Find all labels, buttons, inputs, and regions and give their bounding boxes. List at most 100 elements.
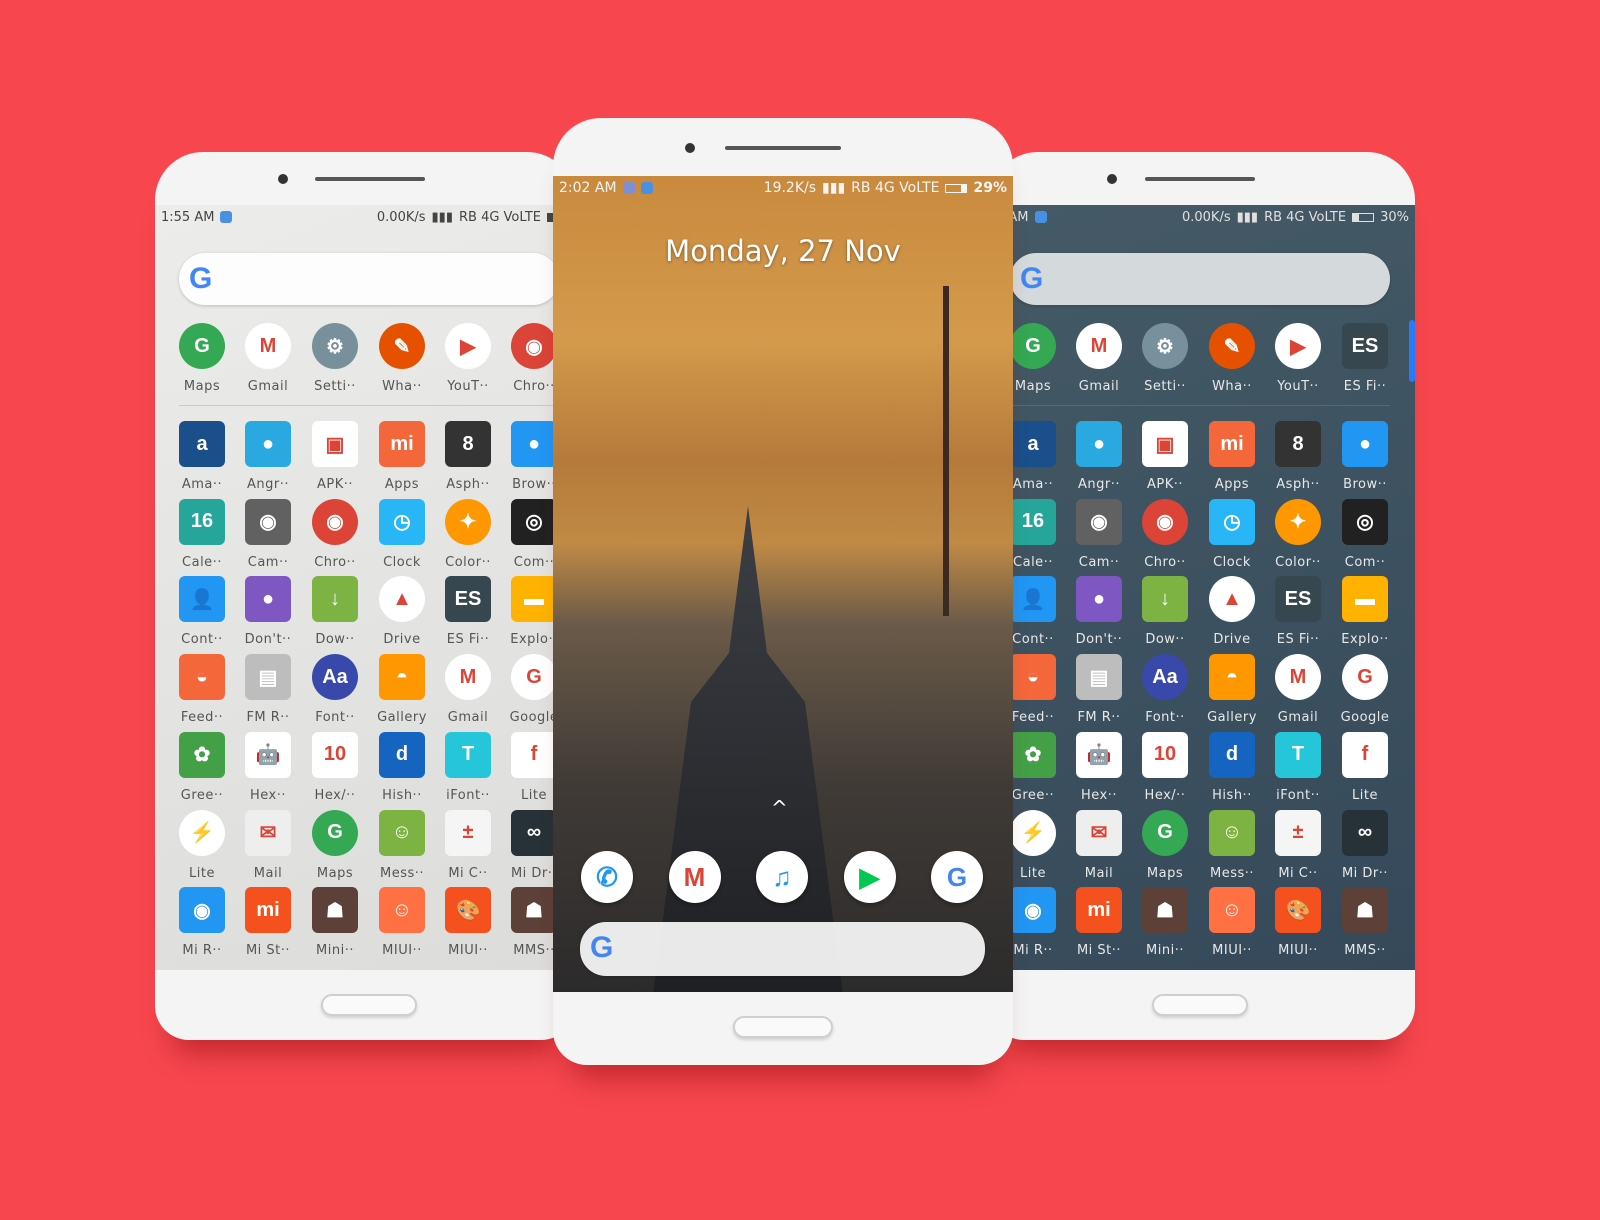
app-icon-hex[interactable]: 10 Hex/··: [1135, 731, 1195, 803]
home-button[interactable]: [733, 1016, 833, 1038]
app-icon-yout[interactable]: ▶ YouT··: [438, 323, 498, 394]
app-icon-gallery[interactable]: ◓ Gallery: [372, 654, 432, 725]
app-icon-color[interactable]: ✦ Color··: [1268, 498, 1328, 570]
app-icon-asph[interactable]: 8 Asph··: [438, 421, 498, 492]
font-icon: Aa: [312, 654, 358, 701]
home-button[interactable]: [321, 994, 417, 1016]
signal-icon: ▮▮▮: [822, 180, 846, 196]
app-icon-feed[interactable]: ◒ Feed··: [172, 654, 232, 725]
app-icon-esfi[interactable]: ES ES Fi··: [1268, 576, 1328, 647]
app-drawer-chevron-icon[interactable]: ^: [771, 796, 788, 820]
app-icon-hex[interactable]: 🤖 Hex··: [1069, 731, 1129, 803]
app-icon-esfi[interactable]: ES ES Fi··: [438, 576, 498, 647]
app-icon-explo[interactable]: ▬ Explo··: [1335, 576, 1395, 647]
app-icon-mist[interactable]: mi Mi St··: [1069, 887, 1129, 958]
app-icon-ifont[interactable]: TiFont··: [1268, 731, 1328, 803]
google-search-bar[interactable]: G: [580, 922, 985, 976]
app-icon-hish[interactable]: d Hish··: [372, 731, 432, 803]
app-icon-mini[interactable]: ☗ Mini··: [1135, 887, 1195, 958]
app-icon-angr[interactable]: ● Angr··: [1069, 421, 1129, 492]
app-icon-apk[interactable]: ▣ APK··: [305, 421, 365, 492]
app-icon-brow[interactable]: ● Brow··: [1335, 421, 1395, 492]
play-store-icon[interactable]: ▶: [843, 851, 896, 903]
app-icon-apk[interactable]: ▣ APK··: [1135, 421, 1195, 492]
app-label: Brow··: [1343, 477, 1387, 492]
app-icon-gallery[interactable]: ◓ Gallery: [1202, 654, 1262, 725]
app-icon-hex[interactable]: 10 Hex/··: [305, 731, 365, 803]
scrollbar[interactable]: [1409, 320, 1415, 382]
app-icon-google[interactable]: G Google: [1335, 654, 1395, 725]
app-icon-miui[interactable]: 🎨 MIUI··: [1268, 887, 1328, 958]
app-icon-midr[interactable]: ∞ Mi Dr··: [1335, 809, 1395, 881]
app-icon-apps[interactable]: mi Apps: [372, 421, 432, 492]
app-icon-com[interactable]: ◎ Com··: [1335, 498, 1395, 570]
app-icon-gmail[interactable]: M Gmail: [238, 323, 298, 394]
app-icon-esfi[interactable]: ES ES Fi··: [1335, 323, 1395, 394]
app-icon-hex[interactable]: 🤖 Hex··: [238, 731, 298, 803]
app-icon-miui[interactable]: ☺ MIUI··: [372, 887, 432, 958]
app-icon-mic[interactable]: ± Mi C··: [438, 809, 498, 881]
app-icon-mist[interactable]: mi Mi St··: [238, 887, 298, 958]
app-icon-dow[interactable]: ↓ Dow··: [1135, 576, 1195, 647]
app-icon-dow[interactable]: ↓ Dow··: [305, 576, 365, 647]
app-icon-mail[interactable]: ✉ Mail: [1069, 809, 1129, 881]
app-icon-setti[interactable]: ⚙ Setti··: [305, 323, 365, 394]
app-icon-chro[interactable]: ◉ Chro··: [305, 498, 365, 570]
app-icon-color[interactable]: ✦ Color··: [438, 498, 498, 570]
app-icon-drive[interactable]: ▲ Drive: [1202, 576, 1262, 647]
app-icon-mms[interactable]: ☗ MMS··: [1335, 887, 1395, 958]
app-icon-mini[interactable]: ☗ Mini··: [305, 887, 365, 958]
app-icon-gmail[interactable]: M Gmail: [438, 654, 498, 725]
app-icon-wha[interactable]: ✎ Wha··: [372, 323, 432, 394]
app-icon-cam[interactable]: ◉ Cam··: [238, 498, 298, 570]
app-icon-fmr[interactable]: ▤ FM R··: [1069, 654, 1129, 725]
app-icon-gmail[interactable]: M Gmail: [1268, 654, 1328, 725]
app-icon-miui[interactable]: 🎨 MIUI··: [438, 887, 498, 958]
phone-icon[interactable]: ✆: [581, 851, 633, 903]
app-icon-fmr[interactable]: ▤ FM R··: [238, 654, 298, 725]
app-icon-dont[interactable]: ● Don't··: [1069, 576, 1129, 647]
app-icon-miui[interactable]: ☺ MIUI··: [1202, 887, 1262, 958]
app-label: Color··: [445, 554, 491, 570]
app-icon-ifont[interactable]: TiFont··: [438, 731, 498, 803]
home-button[interactable]: [1152, 994, 1248, 1016]
app-icon-gree[interactable]: ✿ Gree··: [172, 731, 232, 803]
app-icon-cam[interactable]: ◉ Cam··: [1069, 498, 1129, 570]
google-icon[interactable]: G: [931, 851, 983, 903]
google-search-bar[interactable]: G: [179, 253, 559, 305]
app-label: Clock: [1213, 554, 1251, 570]
app-icon-lite[interactable]: ⚡ Lite: [172, 809, 232, 881]
app-icon-mail[interactable]: ✉ Mail: [238, 809, 298, 881]
app-icon-angr[interactable]: ● Angr··: [238, 421, 298, 492]
app-icon-clock[interactable]: ◷ Clock: [372, 498, 432, 570]
app-icon-cont[interactable]: 👤 Cont··: [172, 576, 232, 647]
music-icon[interactable]: ♫: [756, 851, 808, 903]
app-icon-ama[interactable]: a Ama··: [172, 421, 232, 492]
app-icon-mir[interactable]: ◉ Mi R··: [172, 887, 232, 958]
app-icon-wha[interactable]: ✎ Wha··: [1202, 323, 1262, 394]
app-icon-lite[interactable]: f Lite: [1335, 731, 1395, 803]
app-icon-chro[interactable]: ◉ Chro··: [1135, 498, 1195, 570]
app-icon-maps[interactable]: G Maps: [1135, 809, 1195, 881]
app-icon-mess[interactable]: ☺ Mess··: [372, 809, 432, 881]
app-icon-mic[interactable]: ± Mi C··: [1268, 809, 1328, 881]
app-icon-dont[interactable]: ● Don't··: [238, 576, 298, 647]
app-icon-font[interactable]: Aa Font··: [1135, 654, 1195, 725]
app-icon-apps[interactable]: mi Apps: [1202, 421, 1262, 492]
app-icon-drive[interactable]: ▲ Drive: [372, 576, 432, 647]
app-icon-font[interactable]: Aa Font··: [305, 654, 365, 725]
app-icon-yout[interactable]: ▶ YouT··: [1268, 323, 1328, 394]
app-icon-mess[interactable]: ☺ Mess··: [1202, 809, 1262, 881]
mic-icon: ±: [445, 809, 491, 856]
date-widget[interactable]: Monday, 27 Nov: [553, 234, 1013, 268]
google-search-bar[interactable]: G: [1010, 253, 1390, 305]
app-icon-maps[interactable]: G Maps: [305, 809, 365, 881]
gmail-icon[interactable]: M: [668, 851, 721, 903]
app-icon-gmail[interactable]: M Gmail: [1069, 323, 1129, 394]
app-icon-maps[interactable]: G Maps: [172, 323, 232, 394]
app-icon-setti[interactable]: ⚙ Setti··: [1135, 323, 1195, 394]
app-icon-clock[interactable]: ◷ Clock: [1202, 498, 1262, 570]
app-icon-cale[interactable]: 16 Cale··: [172, 498, 232, 570]
app-icon-asph[interactable]: 8 Asph··: [1268, 421, 1328, 492]
app-icon-hish[interactable]: d Hish··: [1202, 731, 1262, 803]
